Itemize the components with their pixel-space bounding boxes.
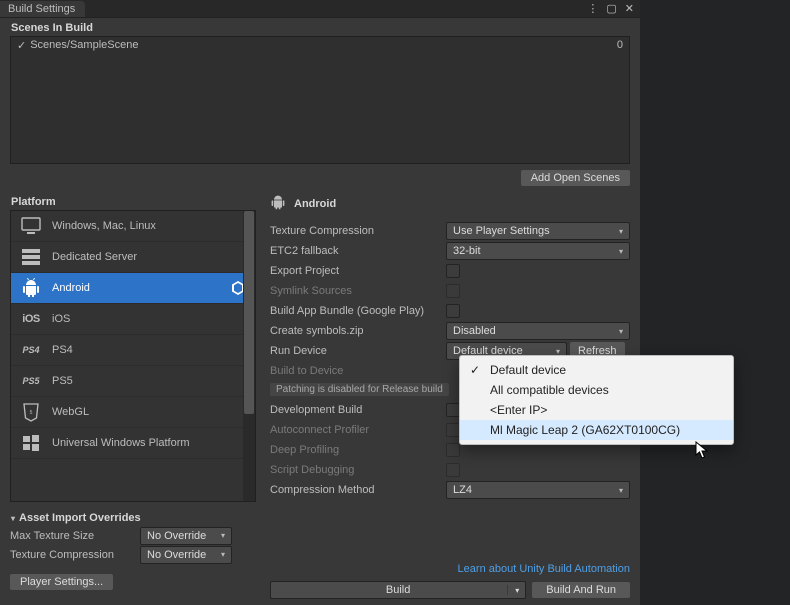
windows-icon bbox=[20, 432, 42, 454]
platform-title: Platform bbox=[11, 196, 256, 208]
compression-method-label: Compression Method bbox=[270, 484, 446, 496]
scene-path: Scenes/SampleScene bbox=[30, 39, 138, 52]
patching-disabled-info: Patching is disabled for Release build bbox=[270, 383, 449, 396]
scene-row[interactable]: ✓ Scenes/SampleScene 0 bbox=[17, 39, 623, 52]
platform-label: PS5 bbox=[52, 375, 246, 387]
export-project-checkbox[interactable] bbox=[446, 264, 460, 278]
server-icon bbox=[20, 246, 42, 268]
platform-label: Universal Windows Platform bbox=[52, 437, 246, 449]
platform-scrollbar[interactable] bbox=[243, 211, 255, 501]
desktop-icon bbox=[20, 215, 42, 237]
development-build-checkbox[interactable] bbox=[446, 403, 460, 417]
build-dropdown-button[interactable]: Build▾ bbox=[270, 581, 526, 599]
overrides-title[interactable]: Asset Import Overrides bbox=[11, 512, 256, 524]
device-menu-item-enter-ip[interactable]: <Enter IP> bbox=[460, 400, 733, 420]
texture-compression-dropdown[interactable]: Use Player Settings▾ bbox=[446, 222, 630, 240]
ps4-icon: PS4 bbox=[20, 339, 42, 361]
platform-label: Windows, Mac, Linux bbox=[52, 220, 246, 232]
create-symbols-dropdown[interactable]: Disabled▾ bbox=[446, 322, 630, 340]
run-device-menu: ✓ Default device All compatible devices … bbox=[459, 355, 734, 445]
svg-text:5: 5 bbox=[30, 410, 33, 416]
max-texture-size-dropdown[interactable]: No Override▾ bbox=[140, 527, 232, 545]
platform-list: Windows, Mac, Linux Dedicated Server And… bbox=[10, 210, 256, 502]
override-tex-comp-dropdown[interactable]: No Override▾ bbox=[140, 546, 232, 564]
autoconnect-profiler-label: Autoconnect Profiler bbox=[270, 424, 446, 436]
build-and-run-button[interactable]: Build And Run bbox=[532, 582, 630, 598]
scenes-list[interactable]: ✓ Scenes/SampleScene 0 bbox=[10, 36, 630, 164]
symlink-sources-label: Symlink Sources bbox=[270, 285, 446, 297]
player-settings-button[interactable]: Player Settings... bbox=[10, 574, 113, 590]
platform-label: WebGL bbox=[52, 406, 246, 418]
tab-menu-icon[interactable]: ⋮ bbox=[587, 2, 598, 15]
device-menu-item-all[interactable]: All compatible devices bbox=[460, 380, 733, 400]
build-app-bundle-label: Build App Bundle (Google Play) bbox=[270, 305, 446, 317]
ios-icon: iOS bbox=[20, 308, 42, 330]
platform-item-ios[interactable]: iOS iOS bbox=[11, 304, 255, 335]
etc2-fallback-label: ETC2 fallback bbox=[270, 245, 446, 257]
script-debugging-checkbox bbox=[446, 463, 460, 477]
export-project-label: Export Project bbox=[270, 265, 446, 277]
close-icon[interactable]: ✕ bbox=[625, 2, 634, 15]
platform-label: Dedicated Server bbox=[52, 251, 246, 263]
scene-index: 0 bbox=[617, 39, 623, 52]
build-app-bundle-checkbox[interactable] bbox=[446, 304, 460, 318]
platform-item-webgl[interactable]: 5 WebGL bbox=[11, 397, 255, 428]
override-tex-comp-label: Texture Compression bbox=[10, 549, 140, 561]
device-menu-item-default[interactable]: ✓ Default device bbox=[460, 360, 733, 380]
create-symbols-label: Create symbols.zip bbox=[270, 325, 446, 337]
build-settings-window: Build Settings ⋮ ▢ ✕ Scenes In Build ✓ S… bbox=[0, 0, 640, 605]
ps5-icon: PS5 bbox=[20, 370, 42, 392]
scenes-in-build-title: Scenes In Build bbox=[11, 22, 630, 34]
platform-label: PS4 bbox=[52, 344, 246, 356]
autoconnect-profiler-checkbox bbox=[446, 423, 460, 437]
asset-import-overrides: Asset Import Overrides Max Texture Size … bbox=[10, 510, 256, 564]
platform-item-ps5[interactable]: PS5 PS5 bbox=[11, 366, 255, 397]
build-to-device-label: Build to Device bbox=[270, 365, 446, 377]
development-build-label: Development Build bbox=[270, 404, 446, 416]
platform-item-uwp[interactable]: Universal Windows Platform bbox=[11, 428, 255, 459]
webgl-icon: 5 bbox=[20, 401, 42, 423]
scene-checkbox[interactable]: ✓ bbox=[17, 39, 26, 52]
platform-item-desktop[interactable]: Windows, Mac, Linux bbox=[11, 211, 255, 242]
platform-label: Android bbox=[52, 282, 220, 294]
etc2-fallback-dropdown[interactable]: 32-bit▾ bbox=[446, 242, 630, 260]
device-menu-item-magic-leap[interactable]: Ml Magic Leap 2 (GA62XT0100CG) bbox=[460, 420, 733, 440]
scrollbar-thumb[interactable] bbox=[244, 211, 254, 414]
script-debugging-label: Script Debugging bbox=[270, 464, 446, 476]
platform-label: iOS bbox=[52, 313, 246, 325]
texture-compression-label: Texture Compression bbox=[270, 225, 446, 237]
compression-method-dropdown[interactable]: LZ4▾ bbox=[446, 481, 630, 499]
deep-profiling-checkbox bbox=[446, 443, 460, 457]
platform-item-server[interactable]: Dedicated Server bbox=[11, 242, 255, 273]
selected-platform-header: Android bbox=[270, 194, 630, 213]
platform-item-android[interactable]: Android bbox=[11, 273, 255, 304]
android-icon bbox=[270, 194, 286, 213]
add-open-scenes-button[interactable]: Add Open Scenes bbox=[521, 170, 630, 186]
max-texture-size-label: Max Texture Size bbox=[10, 530, 140, 542]
deep-profiling-label: Deep Profiling bbox=[270, 444, 446, 456]
check-icon: ✓ bbox=[470, 363, 480, 377]
maximize-icon[interactable]: ▢ bbox=[606, 2, 616, 15]
tab-bar: Build Settings ⋮ ▢ ✕ bbox=[0, 0, 640, 18]
tab-build-settings[interactable]: Build Settings bbox=[0, 1, 85, 17]
run-device-label: Run Device bbox=[270, 345, 446, 357]
android-icon bbox=[20, 277, 42, 299]
symlink-sources-checkbox bbox=[446, 284, 460, 298]
platform-item-ps4[interactable]: PS4 PS4 bbox=[11, 335, 255, 366]
learn-automation-link[interactable]: Learn about Unity Build Automation bbox=[458, 563, 630, 575]
